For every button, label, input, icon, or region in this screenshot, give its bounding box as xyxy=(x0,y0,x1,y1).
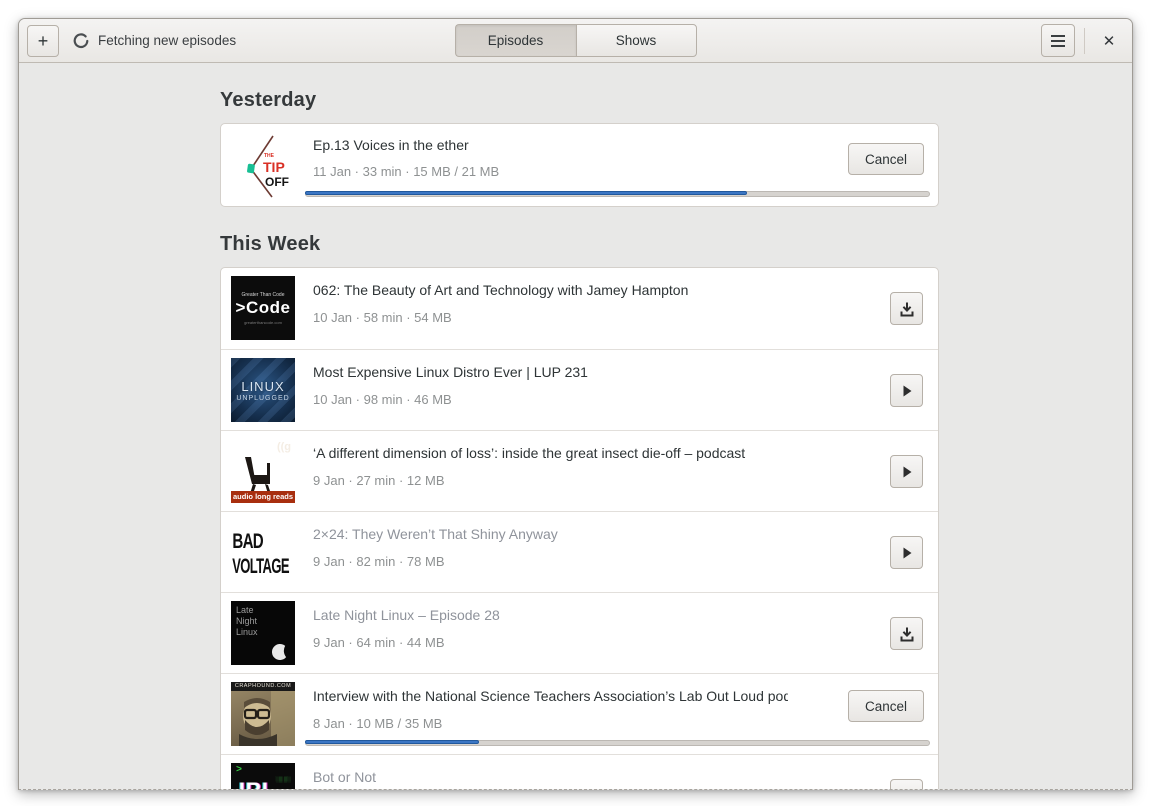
hamburger-icon xyxy=(1051,34,1065,37)
episode-row[interactable]: Late Night Linux Late Night Linux – Epis… xyxy=(221,592,938,673)
portrait-graphic xyxy=(239,691,295,746)
cover-text: Late Night Linux xyxy=(236,605,258,637)
hamburger-icon xyxy=(1051,39,1065,42)
play-button[interactable] xyxy=(890,374,923,407)
tab-episodes[interactable]: Episodes xyxy=(454,24,576,57)
cover-decoration: ░▒ ▒░ xyxy=(275,777,291,783)
download-button[interactable] xyxy=(890,292,923,325)
cover-text: greaterthancode.com xyxy=(244,319,282,325)
menu-button[interactable] xyxy=(1041,24,1075,57)
tab-shows[interactable]: Shows xyxy=(575,24,697,57)
episode-row[interactable]: ((g audio long reads ‘A different dimens… xyxy=(221,430,938,511)
svg-text:BAD: BAD xyxy=(232,528,263,552)
crescent-moon-graphic xyxy=(272,644,287,660)
cover-text: audio long reads xyxy=(231,491,295,503)
episode-title: Bot or Not xyxy=(313,769,377,785)
episode-meta: 10 Jan · 58 min · 54 MB xyxy=(313,310,452,325)
podcast-cover-greater-than-code: Greater Than Code >Code greaterthancode.… xyxy=(231,276,295,340)
download-button[interactable] xyxy=(890,779,923,791)
play-button[interactable] xyxy=(890,536,923,569)
cover-text: CRAPHOUND.COM xyxy=(231,682,295,691)
play-icon xyxy=(903,466,911,477)
download-progress-fill xyxy=(305,740,480,744)
download-button[interactable] xyxy=(890,617,923,650)
cover-text: >Code xyxy=(235,297,291,317)
episode-meta: 10 Jan · 98 min · 46 MB xyxy=(313,392,452,407)
play-icon xyxy=(903,385,911,396)
add-podcast-button[interactable]: + xyxy=(27,24,59,57)
header-status-text: Fetching new episodes xyxy=(98,33,237,48)
episode-meta: 9 Jan · 27 min · 12 MB xyxy=(313,473,445,488)
episode-title: 062: The Beauty of Art and Technology wi… xyxy=(313,282,689,298)
podcast-cover-linux-unplugged: LINUX UNPLUGGED xyxy=(231,358,295,422)
episode-card[interactable]: THE TIP OFF Ep.13 Voices in the ether 11… xyxy=(220,123,939,207)
app-window: + Fetching new episodes Episodes Shows ✕… xyxy=(18,18,1133,790)
download-progress xyxy=(305,191,930,197)
episode-meta: 9 Jan · 82 min · 78 MB xyxy=(313,554,445,569)
episode-list: Greater Than Code >Code greaterthancode.… xyxy=(220,267,939,791)
episode-title: Ep.13 Voices in the ether xyxy=(313,137,469,153)
podcast-cover-bad-voltage: BAD VOLTAGE xyxy=(231,520,295,584)
hamburger-icon xyxy=(1051,44,1065,47)
download-icon xyxy=(899,788,915,791)
episode-row[interactable]: Greater Than Code >Code greaterthancode.… xyxy=(221,268,938,349)
episode-title: Interview with the National Science Teac… xyxy=(313,688,788,704)
podcast-cover-the-tip-off: THE TIP OFF xyxy=(231,134,295,198)
headerbar: + Fetching new episodes Episodes Shows ✕ xyxy=(19,19,1132,63)
refresh-spinner-icon xyxy=(73,32,89,48)
episodes-view: Yesterday THE TIP OFF Ep.13 Voices in th… xyxy=(19,63,1132,791)
cancel-download-button[interactable]: Cancel xyxy=(848,690,924,722)
section-heading-this-week: This Week xyxy=(220,233,321,255)
podcast-cover-audio-long-reads: ((g audio long reads xyxy=(231,439,295,503)
section-heading-yesterday: Yesterday xyxy=(220,89,317,111)
play-icon xyxy=(903,547,911,558)
headerbar-separator xyxy=(1084,27,1085,54)
podcast-cover-craphound: CRAPHOUND.COM xyxy=(231,682,295,746)
episode-meta: 9 Jan · 64 min · 44 MB xyxy=(313,635,445,650)
episode-row[interactable]: CRAPHOUND.COM Interview with the Nationa… xyxy=(221,673,938,754)
view-switcher: Episodes Shows xyxy=(454,24,697,57)
download-progress-fill xyxy=(305,191,748,195)
episode-row[interactable]: > IRL ░▒ ▒░ Bot or Not xyxy=(221,754,938,791)
episode-meta: 8 Jan · 10 MB / 35 MB xyxy=(313,716,443,731)
cover-text: > xyxy=(236,765,243,776)
download-icon xyxy=(900,627,913,641)
episode-row[interactable]: LINUX UNPLUGGED Most Expensive Linux Dis… xyxy=(221,349,938,430)
play-button[interactable] xyxy=(890,455,923,488)
cover-text: UNPLUGGED xyxy=(236,394,290,402)
episode-title: 2×24: They Weren’t That Shiny Anyway xyxy=(313,526,558,542)
cancel-download-button[interactable]: Cancel xyxy=(848,143,924,175)
headerbar-right: ✕ xyxy=(1041,24,1126,57)
download-progress xyxy=(305,740,930,746)
cover-text: IRL xyxy=(239,779,276,789)
podcast-cover-irl: > IRL ░▒ ▒░ xyxy=(231,763,295,789)
close-button[interactable]: ✕ xyxy=(1094,26,1124,56)
episode-title: ‘A different dimension of loss’: inside … xyxy=(313,445,746,461)
cover-text: LINUX xyxy=(241,378,285,394)
svg-text:VOLTAGE: VOLTAGE xyxy=(232,554,289,578)
svg-text:OFF: OFF xyxy=(265,175,289,189)
episode-meta: 11 Jan · 33 min · 15 MB / 21 MB xyxy=(313,164,500,179)
episode-title: Late Night Linux – Episode 28 xyxy=(313,607,500,623)
episode-title: Most Expensive Linux Distro Ever | LUP 2… xyxy=(313,364,588,380)
podcast-cover-late-night-linux: Late Night Linux xyxy=(231,601,295,665)
svg-text:TIP: TIP xyxy=(263,159,285,175)
download-icon xyxy=(900,302,913,316)
episode-row[interactable]: BAD VOLTAGE 2×24: They Weren’t That Shin… xyxy=(221,511,938,592)
